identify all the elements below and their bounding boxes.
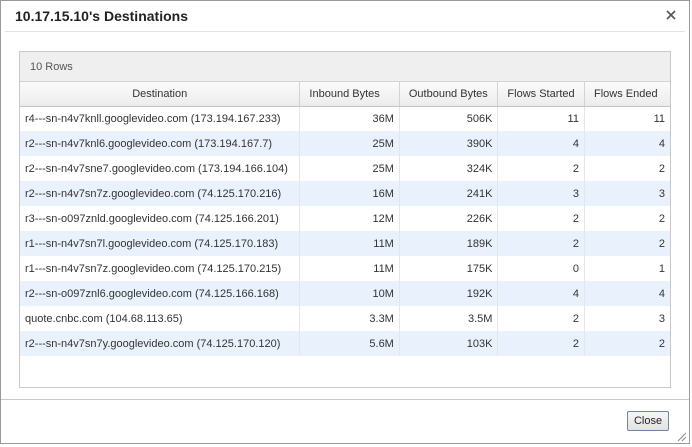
cell-destination: r4---sn-n4v7knll.googlevideo.com (173.19… <box>20 106 301 131</box>
cell-outbound-bytes: 3.5M <box>399 306 499 331</box>
cell-flows-started: 3 <box>497 181 585 206</box>
cell-flows-ended: 3 <box>584 181 670 206</box>
cell-flows-ended: 1 <box>658 262 665 275</box>
cell-flows-started: 4 <box>497 131 585 156</box>
cell-flows-ended: 4 <box>584 131 670 156</box>
table-header-row: Destination Inbound Bytes Outbound Bytes… <box>20 82 670 107</box>
cell-destination: r1---sn-n4v7sn7z.googlevideo.com (74.125… <box>20 256 301 281</box>
close-icon[interactable] <box>663 6 679 24</box>
cell-destination: r2---sn-n4v7sne7.googlevideo.com (173.19… <box>20 156 301 181</box>
cell-flows-started: 2 <box>497 156 585 181</box>
table-row[interactable]: r2---sn-n4v7sn7z.googlevideo.com (74.125… <box>20 181 670 206</box>
column-header-outbound-bytes[interactable]: Outbound Bytes <box>399 82 499 107</box>
dialog-titlebar[interactable]: 10.17.15.10's Destinations <box>1 1 689 31</box>
cell-destination: r3---sn-o097znld.googlevideo.com (74.125… <box>20 206 301 231</box>
table-row[interactable]: r1---sn-n4v7sn7z.googlevideo.com (74.125… <box>20 256 670 281</box>
close-button[interactable]: Close <box>627 411 669 431</box>
table-row[interactable]: r2---sn-o097znl6.googlevideo.com (74.125… <box>20 281 670 306</box>
cell-outbound-bytes: 192K <box>399 281 499 306</box>
column-header-flows-started[interactable]: Flows Started <box>497 82 585 107</box>
destinations-dialog: 10.17.15.10's Destinations 10 Rows Desti… <box>0 0 690 444</box>
dialog-footer: Close <box>1 399 689 443</box>
cell-outbound-bytes: 506K <box>399 106 499 131</box>
cell-flows-ended: 3 <box>658 312 665 325</box>
cell-outbound-bytes: 175K <box>399 256 499 281</box>
cell-inbound-bytes: 11M <box>299 256 400 281</box>
cell-inbound-bytes: 5.6M <box>299 331 400 356</box>
cell-destination: quote.cnbc.com (104.68.113.65) <box>20 306 301 331</box>
cell-flows-ended: 2 <box>658 162 665 175</box>
cell-flows-ended: 2 <box>658 212 665 225</box>
cell-flows-started: 11 <box>497 106 585 131</box>
cell-outbound-bytes: 324K <box>399 156 499 181</box>
cell-inbound-bytes: 25M <box>299 131 400 156</box>
cell-outbound-bytes: 226K <box>399 206 499 231</box>
cell-flows-ended: 2 <box>584 331 670 356</box>
column-header-flows-ended[interactable]: Flows Ended <box>584 82 670 107</box>
cell-flows-ended: 2 <box>584 231 670 256</box>
table-row[interactable]: r1---sn-n4v7sn7l.googlevideo.com (74.125… <box>20 231 670 256</box>
dialog-title: 10.17.15.10's Destinations <box>15 8 188 24</box>
table-row[interactable]: r3---sn-o097znld.googlevideo.com (74.125… <box>20 206 670 231</box>
cell-inbound-bytes: 3.3M <box>299 306 400 331</box>
grid-toolbar: 10 Rows <box>20 52 670 82</box>
cell-outbound-bytes: 241K <box>399 181 499 206</box>
table-row[interactable]: r2---sn-n4v7sne7.googlevideo.com (173.19… <box>20 156 670 181</box>
cell-destination: r2---sn-n4v7sn7z.googlevideo.com (74.125… <box>20 181 301 206</box>
cell-inbound-bytes: 16M <box>299 181 400 206</box>
cell-outbound-bytes: 189K <box>399 231 499 256</box>
cell-flows-started: 0 <box>497 256 585 281</box>
table-row[interactable]: r4---sn-n4v7knll.googlevideo.com (173.19… <box>20 106 670 131</box>
column-header-inbound-bytes[interactable]: Inbound Bytes <box>299 82 400 107</box>
cell-destination: r2---sn-n4v7knl6.googlevideo.com (173.19… <box>20 131 301 156</box>
cell-inbound-bytes: 36M <box>299 106 400 131</box>
cell-inbound-bytes: 12M <box>299 206 400 231</box>
cell-outbound-bytes: 390K <box>399 131 499 156</box>
cell-destination: r1---sn-n4v7sn7l.googlevideo.com (74.125… <box>20 231 301 256</box>
cell-destination: r2---sn-o097znl6.googlevideo.com (74.125… <box>20 281 301 306</box>
cell-inbound-bytes: 25M <box>299 156 400 181</box>
cell-flows-started: 2 <box>497 231 585 256</box>
column-header-destination[interactable]: Destination <box>20 82 301 107</box>
cell-inbound-bytes: 10M <box>299 281 400 306</box>
cell-flows-started: 2 <box>497 206 585 231</box>
table-row[interactable]: r2---sn-n4v7knl6.googlevideo.com (173.19… <box>20 131 670 156</box>
cell-flows-ended: 11 <box>653 112 665 125</box>
resize-grip-icon[interactable] <box>675 429 687 442</box>
cell-flows-started: 2 <box>497 331 585 356</box>
cell-destination: r2---sn-n4v7sn7y.googlevideo.com (74.125… <box>20 331 301 356</box>
cell-flows-started: 2 <box>497 306 585 331</box>
cell-flows-started: 4 <box>497 281 585 306</box>
table-row[interactable]: r2---sn-n4v7sn7y.googlevideo.com (74.125… <box>20 331 670 356</box>
dialog-body: 10 Rows Destination Inbound Bytes Outbou… <box>5 31 685 400</box>
row-count-label: 10 Rows <box>30 61 73 73</box>
destinations-grid: 10 Rows Destination Inbound Bytes Outbou… <box>19 51 671 388</box>
cell-flows-ended: 4 <box>584 281 670 306</box>
table-row[interactable]: quote.cnbc.com (104.68.113.65) 3.3M 3.5M… <box>20 306 670 331</box>
destinations-table: Destination Inbound Bytes Outbound Bytes… <box>20 82 670 356</box>
cell-outbound-bytes: 103K <box>399 331 499 356</box>
cell-inbound-bytes: 11M <box>299 231 400 256</box>
